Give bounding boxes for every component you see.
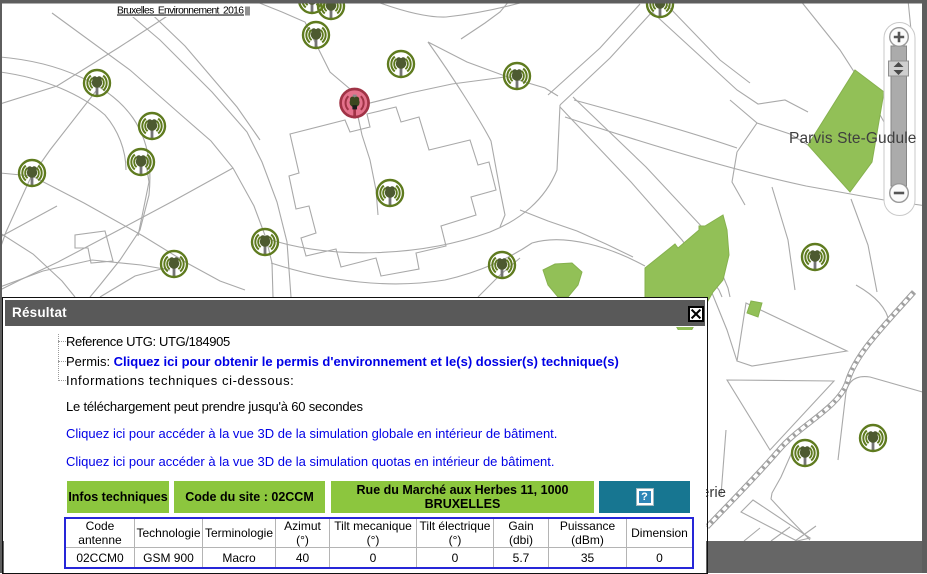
svg-text:Parvis Ste-Gudule: Parvis Ste-Gudule bbox=[789, 130, 916, 147]
svg-text:Bruxelles Environnement 2016: Bruxelles Environnement 2016 bbox=[117, 6, 244, 17]
